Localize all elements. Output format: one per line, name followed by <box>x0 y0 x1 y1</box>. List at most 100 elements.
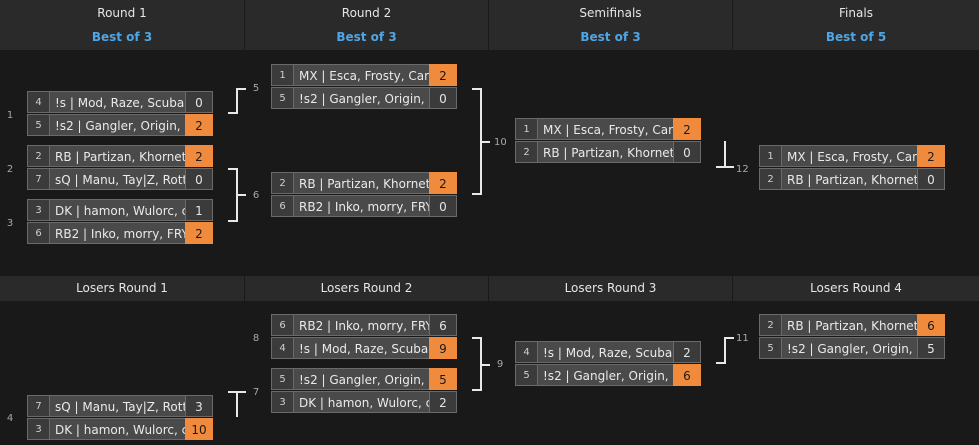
team-seed: 7 <box>27 395 50 417</box>
match-team-row[interactable]: 3DK | hamon, Wulorc, coc10 <box>27 418 227 440</box>
bracket-connector <box>716 141 726 168</box>
winning-score: 2 <box>185 145 213 167</box>
team-name: RB | Partizan, Khornettol <box>782 168 917 190</box>
match-team-row[interactable]: 1 MX | Esca, Frosty, Canni 2 <box>515 118 715 140</box>
match-team-row[interactable]: 6 RB2 | Inko, morry, FRY 2 <box>27 222 227 244</box>
bracket-connector <box>716 362 726 364</box>
losers-round-header-1: Losers Round 1 <box>0 276 244 301</box>
match-team-row[interactable]: 5!s2 | Gangler, Origin, Coc6 <box>515 364 715 386</box>
match-team-row[interactable]: 2RB | Partizan, Khornettol6 <box>759 314 959 336</box>
team-score: 2 <box>673 341 701 363</box>
round-header-2: Round 2 Best of 3 <box>245 0 488 50</box>
match-team-row[interactable]: 7 sQ | Manu, Tay|Z, Rotti 3 <box>27 395 227 417</box>
team-name: !s | Mod, Raze, Scuba <box>538 341 673 363</box>
team-seed: 1 <box>759 145 782 167</box>
winning-score: 2 <box>185 114 213 136</box>
bracket-connector <box>724 166 734 168</box>
winning-score: 2 <box>429 64 457 86</box>
match-team-row[interactable]: 4 !s | Mod, Raze, Scuba 2 <box>515 341 715 363</box>
match-team-row[interactable]: 2RB | Partizan, Khornettol2 <box>27 145 227 167</box>
match-team-row[interactable]: 2RB | Partizan, Khornettol0 <box>515 141 715 163</box>
team-name: RB2 | Inko, morry, FRY <box>294 314 429 336</box>
match-team-row[interactable]: 7 sQ | Manu, Tay|Z, Rotti 0 <box>27 168 227 190</box>
team-name: DK | hamon, Wulorc, coc <box>50 418 185 440</box>
match-number: 6 <box>252 190 260 201</box>
match-team-row[interactable]: 1 MX | Esca, Frosty, Canni 2 <box>271 64 471 86</box>
team-seed: 4 <box>271 337 294 359</box>
losers-round-header-3: Losers Round 3 <box>489 276 732 301</box>
match-team-row[interactable]: 6 RB2 | Inko, morry, FRY 0 <box>271 195 471 217</box>
match-number: 2 <box>6 164 14 175</box>
match-team-row[interactable]: 4 !s | Mod, Raze, Scuba 9 <box>271 337 471 359</box>
team-score: 0 <box>185 91 213 113</box>
team-name: !s | Mod, Raze, Scuba <box>50 91 185 113</box>
bracket-connector <box>724 337 734 364</box>
team-seed: 4 <box>515 341 538 363</box>
team-name: sQ | Manu, Tay|Z, Rotti <box>50 168 185 190</box>
match-number: 9 <box>496 359 504 370</box>
winning-score: 2 <box>673 118 701 140</box>
match-team-row[interactable]: 5!s2 | Gangler, Origin, Coc5 <box>271 368 471 390</box>
team-name: DK | hamon, Wulorc, coc <box>50 199 185 221</box>
match-team-row[interactable]: 2RB | Partizan, Khornettol2 <box>271 172 471 194</box>
match-team-row[interactable]: 5!s2 | Gangler, Origin, Coc0 <box>271 87 471 109</box>
best-of-label: Best of 3 <box>580 30 641 44</box>
team-seed: 2 <box>27 145 50 167</box>
team-score: 0 <box>673 141 701 163</box>
match-number: 8 <box>252 333 260 344</box>
team-seed: 5 <box>27 114 50 136</box>
round-title: Finals <box>839 6 873 20</box>
round-title: Losers Round 4 <box>810 281 902 295</box>
match-team-row[interactable]: 4 !s | Mod, Raze, Scuba 0 <box>27 91 227 113</box>
team-seed: 3 <box>271 391 294 413</box>
team-score: 5 <box>917 337 945 359</box>
match-number: 7 <box>252 387 260 398</box>
round-title: Losers Round 1 <box>76 281 168 295</box>
team-seed: 6 <box>271 314 294 336</box>
match-team-row[interactable]: 5!s2 | Gangler, Origin, Coc5 <box>759 337 959 359</box>
match-number: 3 <box>6 218 14 229</box>
team-name: !s2 | Gangler, Origin, Coc <box>294 87 429 109</box>
team-score: 6 <box>429 314 457 336</box>
round-header-finals: Finals Best of 5 <box>733 0 979 50</box>
team-seed: 6 <box>271 195 294 217</box>
team-seed: 3 <box>27 199 50 221</box>
match-team-row[interactable]: 1 MX | Esca, Frosty, Canni 2 <box>759 145 959 167</box>
match-number: 11 <box>736 333 749 344</box>
team-name: RB | Partizan, Khornettol <box>538 141 673 163</box>
team-name: RB | Partizan, Khornettol <box>294 172 429 194</box>
match-team-row[interactable]: 6 RB2 | Inko, morry, FRY 6 <box>271 314 471 336</box>
best-of-label: Best of 5 <box>825 30 887 44</box>
team-name: !s2 | Gangler, Origin, Coc <box>538 364 673 386</box>
winning-score: 6 <box>917 314 945 336</box>
team-seed: 1 <box>515 118 538 140</box>
match-number: 5 <box>252 83 260 94</box>
team-score: 0 <box>429 195 457 217</box>
bracket-connector <box>480 364 490 366</box>
match-team-row[interactable]: 3DK | hamon, Wulorc, coc2 <box>271 391 471 413</box>
team-score: 2 <box>429 391 457 413</box>
team-seed: 7 <box>27 168 50 190</box>
team-seed: 2 <box>515 141 538 163</box>
winning-score: 2 <box>917 145 945 167</box>
bracket-connector <box>228 391 238 417</box>
team-seed: 5 <box>759 337 782 359</box>
bracket-connector <box>236 88 246 90</box>
match-team-row[interactable]: 2RB | Partizan, Khornettol0 <box>759 168 959 190</box>
round-title: Losers Round 3 <box>564 281 657 295</box>
best-of-label: Best of 3 <box>336 30 397 44</box>
match-team-row[interactable]: 5!s2 | Gangler, Origin, Coc2 <box>27 114 227 136</box>
round-title: Semifinals <box>579 6 642 20</box>
team-seed: 2 <box>759 314 782 336</box>
team-name: RB2 | Inko, morry, FRY <box>50 222 185 244</box>
match-number: 1 <box>6 110 14 121</box>
team-score: 3 <box>185 395 213 417</box>
team-score: 0 <box>185 168 213 190</box>
round-title: Round 1 <box>97 6 147 20</box>
match-team-row[interactable]: 3DK | hamon, Wulorc, coc1 <box>27 199 227 221</box>
bracket-connector <box>236 391 246 393</box>
team-name: MX | Esca, Frosty, Canni <box>538 118 673 140</box>
winning-score: 9 <box>429 337 457 359</box>
winning-score: 2 <box>429 172 457 194</box>
team-seed: 4 <box>27 91 50 113</box>
